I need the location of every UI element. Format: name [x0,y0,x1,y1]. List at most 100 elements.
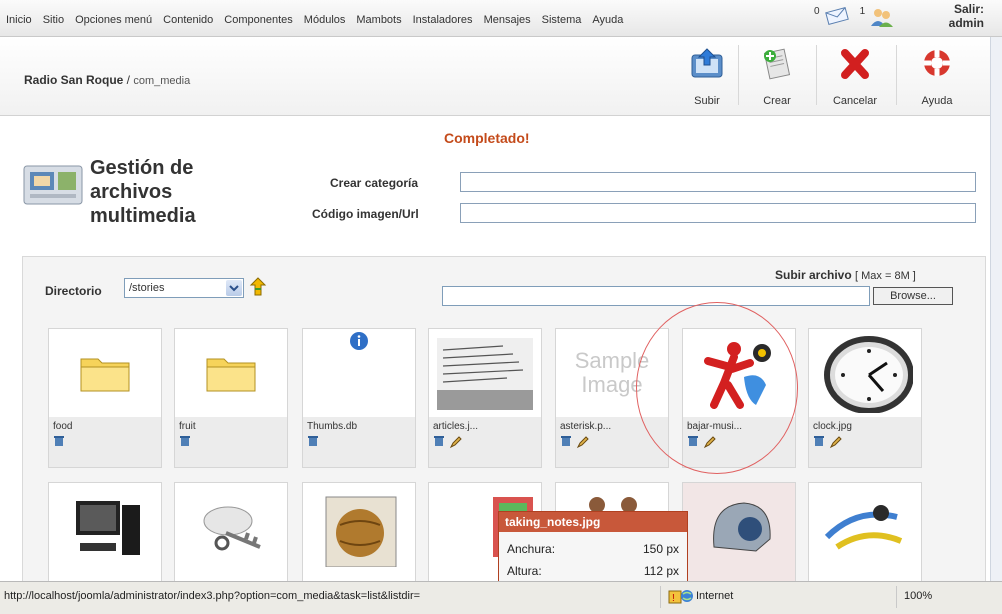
chevron-down-icon [226,280,242,296]
pencil-icon[interactable] [576,435,590,452]
breadcrumb-separator: / [123,73,134,87]
file-item[interactable] [682,482,796,582]
tooltip-width-value: 150 px [642,542,679,556]
trash-icon[interactable] [53,435,65,450]
pencil-icon[interactable] [829,435,843,452]
menu-item-ayuda[interactable]: Ayuda [592,14,623,26]
cancel-x-icon [841,49,869,79]
zoom-level[interactable]: 100% [904,590,932,602]
file-name: asterisk.p... [560,421,612,432]
cancel-button[interactable]: Cancelar [824,41,886,107]
trash-icon[interactable] [307,435,319,450]
security-zone: Internet [696,590,734,602]
trash-icon[interactable] [179,435,191,450]
tooltip-height-row: Altura: 112 px [507,564,679,578]
browser-status-bar: http://localhost/joomla/administrator/in… [0,581,1002,614]
image-code-input[interactable] [460,203,976,223]
menu-item-componentes[interactable]: Componentes [224,14,293,26]
status-url: http://localhost/joomla/administrator/in… [4,590,421,602]
globe-thumbnail [303,483,415,571]
logout-link[interactable]: Salir: admin [949,2,984,30]
help-label: Ayuda [921,95,953,107]
page-title-line2: archivos [90,181,173,203]
upload-file-input[interactable] [442,286,870,306]
users-count: 1 [859,6,866,17]
helmet-thumbnail [683,483,795,571]
upload-button[interactable]: Subir [676,41,738,107]
create-label: Crear [763,95,791,107]
file-name: articles.j... [433,421,479,432]
pencil-icon[interactable] [449,435,463,452]
globe-icon [680,589,694,606]
system-icons: 0 1 [814,6,895,31]
file-item[interactable] [302,482,416,582]
network-cables-thumbnail [809,483,921,571]
image-info-tooltip: taking_notes.jpg Anchura: 150 px Altura:… [498,511,688,587]
file-name: clock.jpg [813,421,852,432]
breadcrumb: Radio San Roque / com_media [24,73,190,87]
file-item[interactable]: clock.jpg [808,328,922,468]
file-name: Thumbs.db [307,421,358,432]
directory-label: Directorio [45,284,102,298]
cancel-label: Cancelar [832,95,878,107]
folder-icon [49,329,161,417]
envelope-icon[interactable] [824,6,850,29]
file-item[interactable]: Thumbs.db [302,328,416,468]
header-bar: Radio San Roque / com_media Subir Crear … [0,37,990,116]
file-item[interactable]: fruit [174,328,288,468]
file-name: food [53,421,73,432]
trash-icon[interactable] [560,435,572,452]
file-item[interactable] [174,482,288,582]
main-menu: Inicio Sitio Opciones menú Contenido Com… [6,14,634,26]
create-category-input[interactable] [460,172,976,192]
menu-item-opciones-menu[interactable]: Opciones menú [75,14,152,26]
vertical-scrollbar[interactable] [990,37,1002,581]
menu-item-mambots[interactable]: Mambots [356,14,401,26]
tooltip-title: taking_notes.jpg [499,512,687,532]
trash-icon[interactable] [433,435,445,452]
tooltip-height-label: Altura: [507,564,542,578]
messages-count: 0 [814,6,820,17]
upload-label: Subir [694,95,720,107]
upload-icon [691,48,723,78]
page-title: Gestión de archivos multimedia [90,156,196,228]
browse-button[interactable]: Browse... [873,287,953,305]
file-item[interactable] [48,482,162,582]
help-button[interactable]: Ayuda [906,41,968,107]
lifebuoy-icon [924,50,950,76]
users-icon[interactable] [869,6,895,31]
username: admin [948,16,984,30]
page-title-line1: Gestión de [90,157,194,179]
page-title-line3: multimedia [90,205,196,227]
menu-item-mensajes[interactable]: Mensajes [484,14,531,26]
svg-text:!: ! [672,593,675,604]
new-document-icon [763,48,791,80]
create-button[interactable]: Crear [746,41,808,107]
menu-item-sistema[interactable]: Sistema [542,14,582,26]
computer-thumbnail [49,483,161,571]
menu-item-contenido[interactable]: Contenido [163,14,213,26]
breadcrumb-component: com_media [133,75,191,87]
logout-label: Salir: [953,2,984,16]
file-item[interactable]: food [48,328,162,468]
keys-thumbnail [175,483,287,571]
admin-menu-bar: Inicio Sitio Opciones menú Contenido Com… [0,0,1002,37]
trash-icon[interactable] [813,435,825,452]
menu-item-modulos[interactable]: Módulos [304,14,346,26]
menu-item-inicio[interactable]: Inicio [6,14,32,26]
tooltip-width-row: Anchura: 150 px [507,542,679,556]
media-manager-icon [22,162,84,211]
menu-item-sitio[interactable]: Sitio [43,14,64,26]
articles-thumbnail [429,329,541,417]
file-name: fruit [179,421,196,432]
file-item[interactable]: articles.j... [428,328,542,468]
create-category-label: Crear categoría [330,176,419,190]
directory-select[interactable]: /stories [124,278,244,298]
upload-max-size: [ Max = 8M ] [855,270,916,282]
up-folder-icon[interactable] [248,277,268,300]
file-item[interactable] [808,482,922,582]
tooltip-width-label: Anchura: [507,542,556,556]
directory-value: /stories [129,282,165,294]
menu-item-instaladores[interactable]: Instaladores [413,14,473,26]
image-code-label: Código imagen/Url [312,207,419,221]
